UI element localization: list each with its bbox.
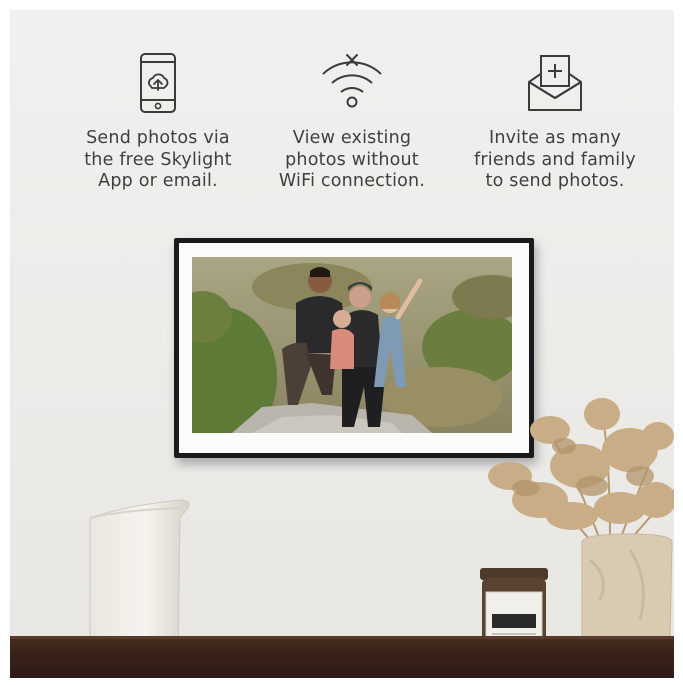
product-scene: Send photos via the free Skylight App or… (10, 10, 674, 678)
family-photo (192, 257, 512, 433)
shelf-edge (10, 636, 674, 639)
feature-send-photos-text: Send photos via the free Skylight App or… (84, 128, 232, 191)
feature-invite-text: Invite as many friends and family to sen… (474, 128, 636, 191)
phone-icon (58, 52, 258, 114)
wifi-off-icon (252, 52, 452, 114)
wooden-shelf (10, 636, 674, 678)
feature-offline-view-text: View existing photos without WiFi connec… (278, 128, 426, 191)
feature-offline-view: View existing photos without WiFi connec… (252, 52, 452, 193)
envelope-plus-icon (455, 52, 655, 114)
feature-send-photos: Send photos via the free Skylight App or… (58, 52, 258, 193)
feature-invite: Invite as many friends and family to sen… (455, 52, 655, 193)
